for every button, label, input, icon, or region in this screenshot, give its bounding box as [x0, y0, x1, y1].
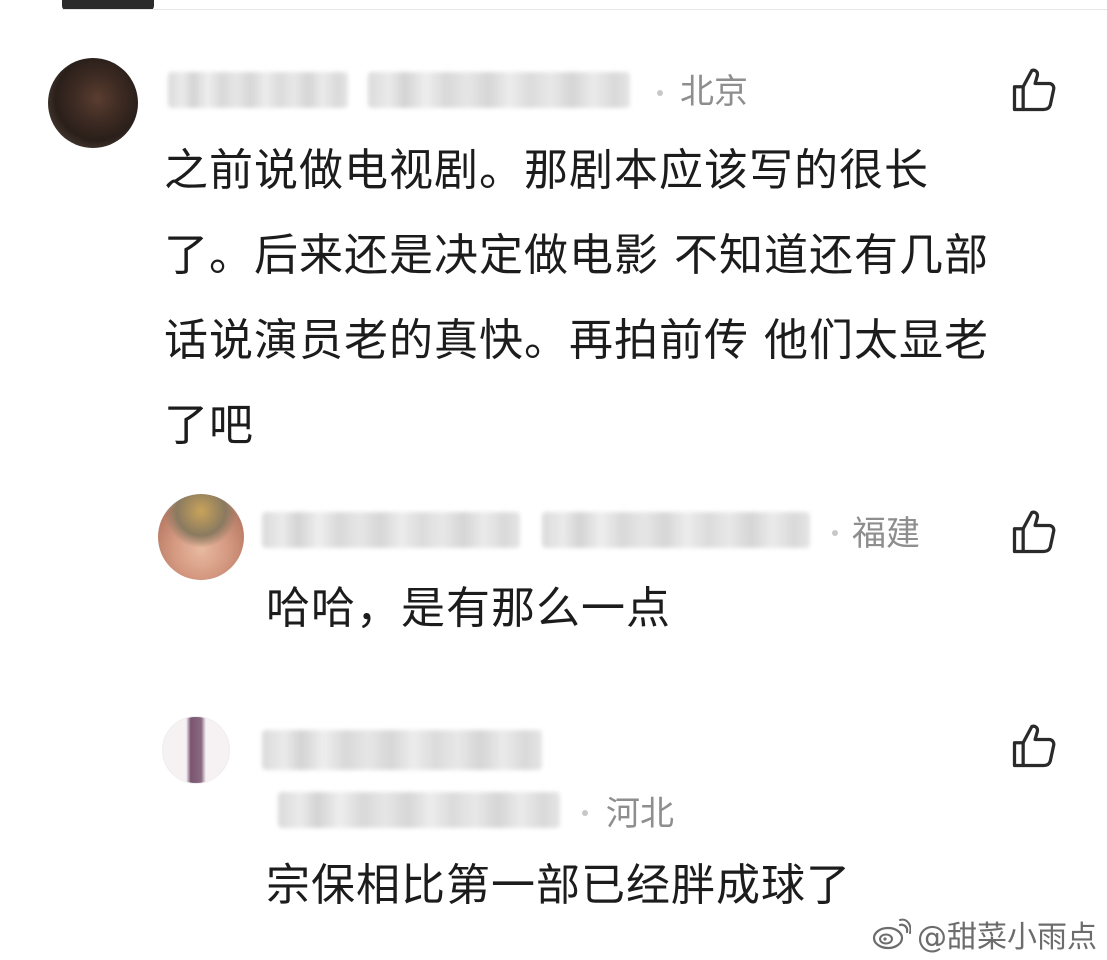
- like-button[interactable]: [1008, 720, 1060, 772]
- location-label: 北京: [680, 72, 748, 112]
- comment-text-line: 之前说做电视剧。那剧本应该写的很长: [164, 145, 929, 196]
- location-label: 福建: [852, 514, 920, 554]
- user-badge-blurred: [278, 792, 560, 828]
- username-blurred[interactable]: [262, 730, 542, 770]
- username-blurred[interactable]: [168, 72, 348, 108]
- avatar[interactable]: [48, 58, 138, 148]
- user-badge-blurred: [368, 72, 630, 108]
- separator-dot: [582, 810, 588, 816]
- location-label: 河北: [606, 794, 674, 834]
- thumbs-up-icon: [1012, 68, 1056, 112]
- weibo-logo-icon: [872, 918, 911, 950]
- separator-dot: [832, 530, 838, 536]
- reply-text: 宗保相比第一部已经胖成球了: [266, 860, 851, 911]
- user-badge-blurred: [542, 512, 810, 548]
- top-divider: [62, 9, 1107, 10]
- watermark: @甜菜小雨点: [871, 914, 1097, 955]
- reply-text: 哈哈，是有那么一点: [266, 583, 671, 634]
- thumbs-up-icon: [1012, 724, 1056, 768]
- comment-text-line: 了吧: [164, 400, 254, 451]
- comment-text: 之前说做电视剧。那剧本应该写的很长 了。后来还是决定做电影 不知道还有几部 话说…: [164, 128, 1074, 468]
- separator-dot: [657, 90, 663, 96]
- like-button[interactable]: [1008, 64, 1060, 116]
- avatar[interactable]: [162, 716, 230, 784]
- comment-text-line: 了。后来还是决定做电影 不知道还有几部: [164, 230, 989, 281]
- comment-text-line: 话说演员老的真快。再拍前传 他们太显老: [164, 315, 989, 366]
- thumbs-up-icon: [1012, 510, 1056, 554]
- watermark-text: @甜菜小雨点: [917, 920, 1097, 955]
- avatar[interactable]: [158, 494, 244, 580]
- like-button[interactable]: [1008, 506, 1060, 558]
- username-blurred[interactable]: [262, 512, 520, 548]
